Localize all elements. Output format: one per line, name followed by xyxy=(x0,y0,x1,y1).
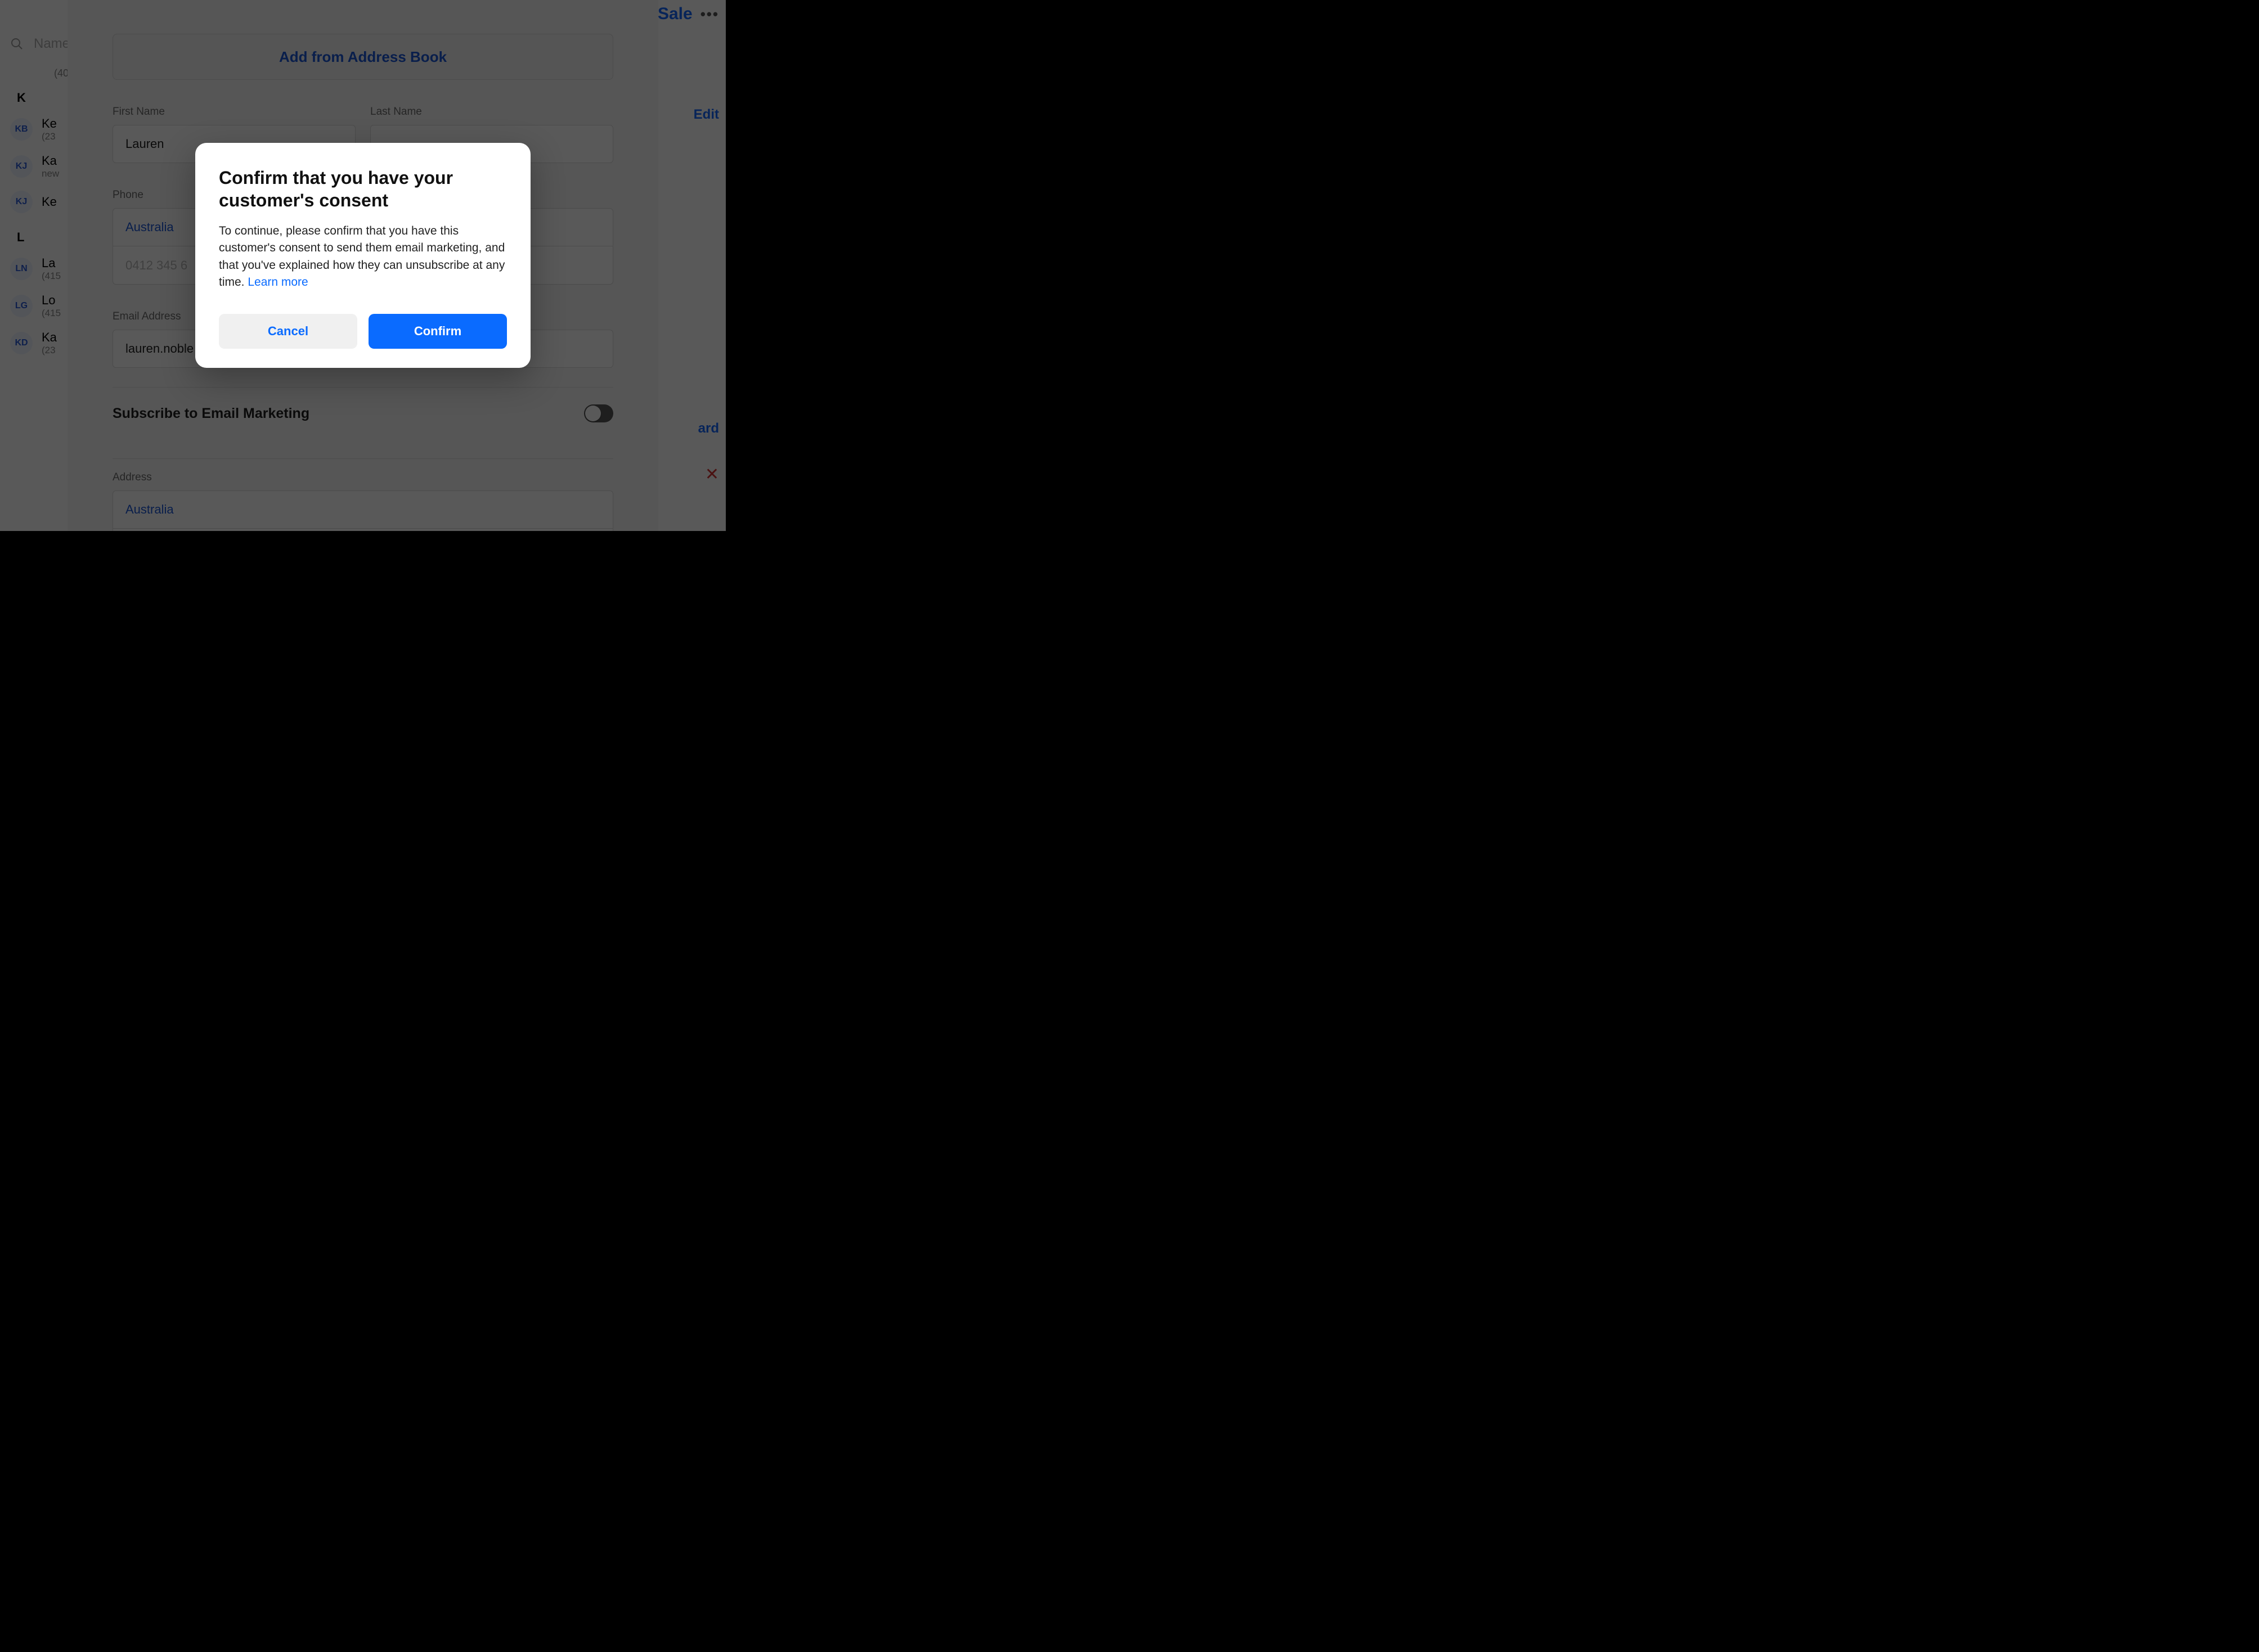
address-line-input[interactable] xyxy=(113,529,613,531)
contact-item[interactable]: KJ Ka new xyxy=(0,148,68,185)
dialog-title: Confirm that you have your customer's co… xyxy=(219,166,507,211)
consent-confirm-dialog: Confirm that you have your customer's co… xyxy=(195,143,531,368)
toggle-knob xyxy=(585,406,601,421)
section-header-l: L xyxy=(0,219,68,250)
more-icon[interactable]: ••• xyxy=(700,6,719,23)
contacts-sidebar: Name (406 K KB Ke (23 KJ Ka new KJ Ke L xyxy=(0,0,68,531)
contact-sub: (23 xyxy=(42,131,57,142)
add-from-address-book-button[interactable]: Add from Address Book xyxy=(113,34,613,80)
contact-item[interactable]: LN La (415 xyxy=(0,250,68,287)
contact-sub: (23 xyxy=(42,345,57,356)
contact-name: Ke xyxy=(42,116,57,131)
contact-name: Ke xyxy=(42,195,57,209)
contact-name: Ka xyxy=(42,330,57,345)
contact-sub: (415 xyxy=(42,308,61,319)
learn-more-link[interactable]: Learn more xyxy=(248,276,308,289)
contact-name: Ka xyxy=(42,154,59,168)
edit-link[interactable]: Edit xyxy=(653,107,719,123)
avatar: KJ xyxy=(10,191,33,213)
contact-sub: (415 xyxy=(42,271,61,282)
contact-name: La xyxy=(42,256,61,271)
contact-item[interactable]: KB Ke (23 xyxy=(0,111,68,148)
search-placeholder: Name xyxy=(34,36,68,52)
avatar: LN xyxy=(10,258,33,280)
address-label: Address xyxy=(113,471,613,484)
confirm-button[interactable]: Confirm xyxy=(369,314,507,349)
section-header-k: K xyxy=(0,79,68,111)
contact-name: Lo xyxy=(42,293,61,308)
contact-item[interactable]: KD Ka (23 xyxy=(0,325,68,362)
avatar: KD xyxy=(10,332,33,354)
card-link-fragment[interactable]: ard xyxy=(653,421,719,436)
divider xyxy=(113,458,613,459)
last-name-label: Last Name xyxy=(370,106,613,118)
avatar: LG xyxy=(10,295,33,317)
search-icon xyxy=(10,37,24,51)
dialog-body: To continue, please confirm that you hav… xyxy=(219,223,507,291)
contact-item[interactable]: LG Lo (415 xyxy=(0,287,68,325)
first-name-label: First Name xyxy=(113,106,356,118)
avatar: KB xyxy=(10,118,33,141)
address-country-select[interactable]: Australia xyxy=(113,490,613,529)
close-icon[interactable]: ✕ xyxy=(653,465,719,484)
right-panel-edge: Sale ••• Edit ard ✕ xyxy=(653,0,726,531)
subscribe-label: Subscribe to Email Marketing xyxy=(113,406,309,422)
avatar: KJ xyxy=(10,155,33,178)
new-sale-link[interactable]: Sale xyxy=(658,4,693,24)
contact-item[interactable]: KJ Ke xyxy=(0,185,68,219)
contacts-count: (406 xyxy=(0,67,68,79)
subscribe-toggle[interactable] xyxy=(584,404,613,422)
cancel-button[interactable]: Cancel xyxy=(219,314,357,349)
contact-sub: new xyxy=(42,168,59,179)
